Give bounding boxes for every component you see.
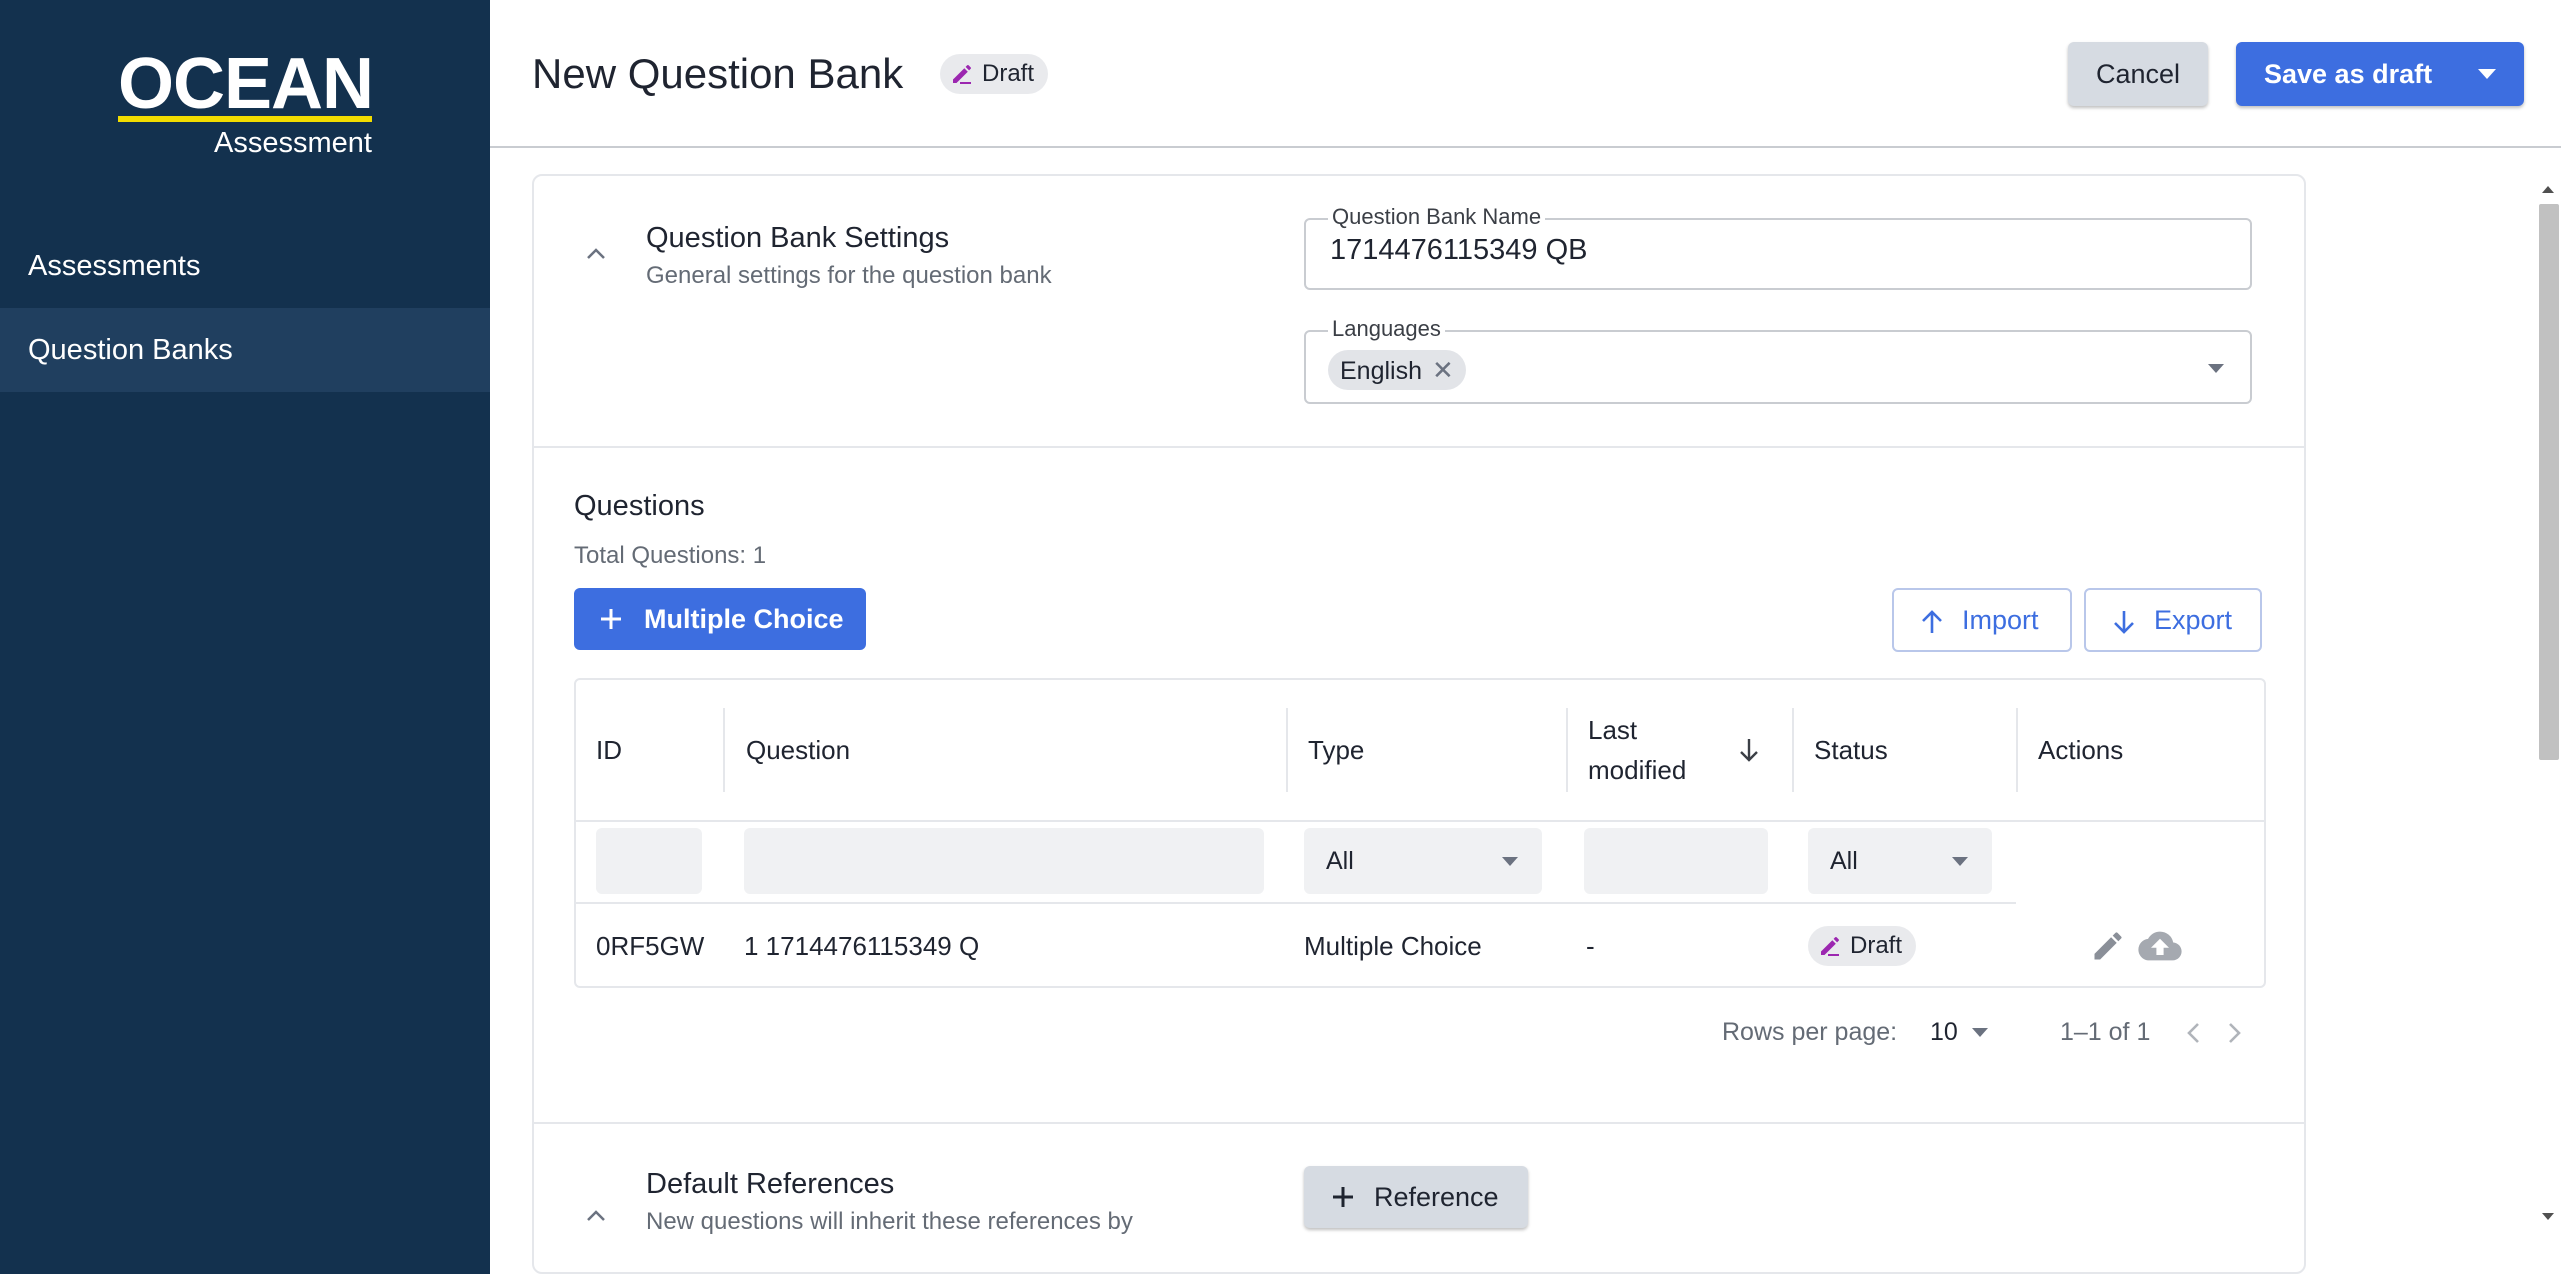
logo-underline — [118, 116, 372, 122]
references-section-title: Default References — [646, 1168, 895, 1200]
section-divider — [534, 446, 2304, 448]
cell-id: 0RF5GW — [596, 931, 705, 961]
filter-id-input[interactable] — [596, 828, 702, 894]
column-header-actions: Actions — [2018, 680, 2266, 820]
column-header-label: ID — [596, 735, 622, 765]
add-multiple-choice-button[interactable]: Multiple Choice — [574, 588, 866, 650]
pagination-range: 1–1 of 1 — [2060, 1018, 2151, 1046]
sidebar-item-label: Question Banks — [28, 334, 233, 366]
question-bank-name-value: 1714476115349 QB — [1330, 234, 1588, 266]
column-header-label-line2: modified — [1588, 755, 1687, 785]
draft-pencil-icon — [1821, 937, 1839, 956]
chevron-up-icon[interactable] — [584, 1208, 608, 1224]
filter-type-select[interactable]: All — [1304, 828, 1542, 894]
column-header-label: Actions — [2038, 735, 2124, 765]
question-bank-name-field[interactable]: Question Bank Name 1714476115349 QB — [1304, 204, 2252, 290]
rows-per-page-label: Rows per page: — [1722, 1018, 1898, 1046]
filter-question-input[interactable] — [744, 828, 1264, 894]
table-row[interactable]: 0RF5GW 1 1714476115349 Q Multiple Choice… — [576, 904, 2266, 988]
logo-sub-text: Assessment — [214, 127, 372, 159]
close-icon[interactable]: ✕ — [1432, 355, 1454, 385]
chevron-down-icon — [1952, 857, 1968, 866]
chevron-down-icon[interactable] — [2208, 364, 2224, 373]
import-button[interactable]: Import — [1892, 588, 2072, 652]
column-header-label: Question — [746, 735, 851, 765]
filter-type-value: All — [1326, 847, 1354, 875]
questions-section-title: Questions — [574, 490, 705, 522]
sidebar-item-label: Assessments — [28, 250, 201, 282]
chevron-right-icon[interactable] — [2224, 1020, 2244, 1046]
status-badge-label: Draft — [982, 60, 1035, 87]
column-header-label: Type — [1308, 735, 1365, 765]
language-chip-label: English — [1340, 357, 1422, 385]
ocean-assessment-logo[interactable]: OCEAN Assessment — [118, 44, 374, 160]
sort-descending-icon[interactable] — [1736, 736, 1762, 764]
question-bank-name-label: Question Bank Name — [1328, 204, 1546, 230]
language-chip-english: English ✕ — [1328, 350, 1466, 390]
column-header-label-line1: Last — [1588, 715, 1638, 745]
edit-pencil-icon[interactable] — [2090, 928, 2126, 964]
question-bank-form: Question Bank Settings General settings … — [532, 174, 2306, 1274]
draft-pencil-icon — [953, 65, 971, 84]
cloud-upload-icon[interactable] — [2138, 928, 2182, 964]
cell-question: 1 1714476115349 Q — [744, 931, 980, 961]
status-badge: Draft — [940, 54, 1049, 94]
save-as-draft-button[interactable]: Save as draft — [2236, 42, 2524, 106]
scroll-up-icon[interactable] — [2541, 184, 2555, 194]
cell-type: Multiple Choice — [1304, 931, 1482, 961]
save-as-draft-label: Save as draft — [2264, 59, 2433, 89]
plus-icon — [601, 609, 621, 629]
section-divider — [534, 1122, 2304, 1124]
arrow-up-icon — [1922, 610, 1942, 633]
export-button[interactable]: Export — [2084, 588, 2262, 652]
chevron-down-icon — [1502, 857, 1518, 866]
vertical-scrollbar[interactable] — [2533, 178, 2561, 1228]
sidebar: OCEAN Assessment Assessments Question Ba… — [0, 0, 490, 1274]
arrow-down-icon — [2114, 611, 2134, 634]
status-badge: Draft — [1808, 926, 1917, 966]
scrollbar-thumb[interactable] — [2539, 204, 2559, 760]
languages-select[interactable]: Languages English ✕ — [1304, 316, 2252, 404]
column-header-question[interactable]: Question — [726, 680, 1286, 820]
settings-section-subtitle: General settings for the question bank — [646, 262, 1052, 289]
chevron-down-icon[interactable] — [2478, 69, 2496, 79]
sidebar-item-question-banks[interactable]: Question Banks — [0, 308, 490, 392]
filter-status-select[interactable]: All — [1808, 828, 1992, 894]
filter-last-modified-input[interactable] — [1584, 828, 1768, 894]
cancel-button[interactable]: Cancel — [2068, 42, 2208, 106]
settings-section-title: Question Bank Settings — [646, 222, 950, 254]
chevron-up-icon[interactable] — [584, 246, 608, 262]
chevron-down-icon — [1972, 1028, 1988, 1037]
column-separator[interactable] — [723, 708, 725, 792]
cell-last-modified: - — [1586, 931, 1595, 961]
column-header-id[interactable]: ID — [576, 680, 724, 820]
column-header-type[interactable]: Type — [1288, 680, 1566, 820]
questions-table: ID Question Type Last modified Status Ac… — [574, 678, 2266, 988]
header-divider — [576, 820, 2266, 822]
export-label: Export — [2154, 605, 2233, 635]
filter-status-value: All — [1830, 847, 1858, 875]
column-header-label: Status — [1814, 735, 1888, 765]
languages-label: Languages — [1328, 316, 1445, 342]
plus-icon — [1333, 1187, 1353, 1207]
import-label: Import — [1962, 605, 2039, 635]
sidebar-item-assessments[interactable]: Assessments — [0, 224, 490, 308]
add-multiple-choice-label: Multiple Choice — [644, 604, 844, 634]
total-questions: Total Questions: 1 — [574, 542, 767, 569]
page-title: New Question Bank — [532, 50, 904, 97]
add-reference-button[interactable]: Reference — [1304, 1166, 1528, 1228]
main-area: New Question Bank Draft Cancel Save as d… — [490, 0, 2561, 1274]
page-header: New Question Bank Draft Cancel Save as d… — [490, 0, 2561, 148]
column-header-status[interactable]: Status — [1794, 680, 2016, 820]
logo-main-text: OCEAN — [118, 44, 374, 124]
add-reference-label: Reference — [1374, 1182, 1499, 1212]
rows-per-page-value: 10 — [1930, 1018, 1958, 1046]
scroll-down-icon[interactable] — [2541, 1212, 2555, 1222]
rows-per-page-select[interactable]: 10 — [1930, 1012, 2000, 1052]
references-section-subtitle: New questions will inherit these referen… — [646, 1208, 1133, 1235]
chevron-left-icon[interactable] — [2184, 1020, 2204, 1046]
status-badge-label: Draft — [1850, 932, 1903, 959]
